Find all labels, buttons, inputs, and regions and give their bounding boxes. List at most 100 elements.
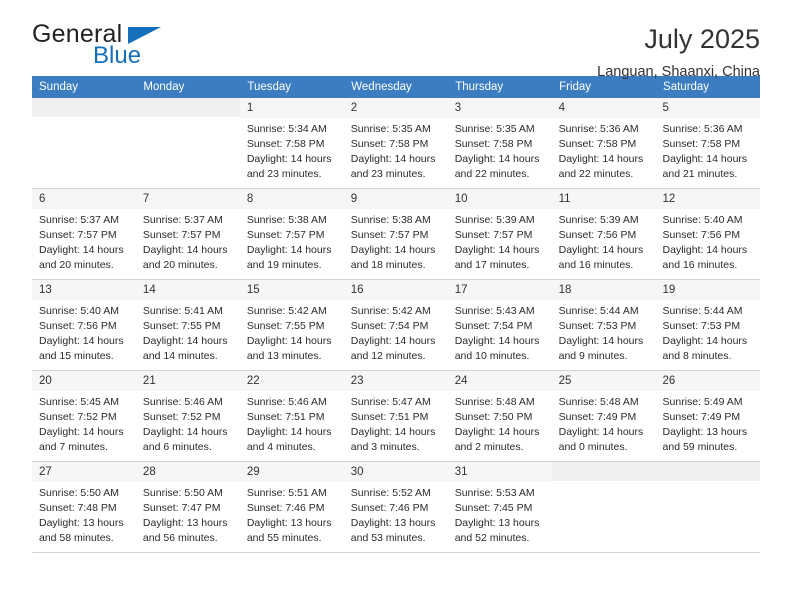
calendar-day-cell[interactable]: 8 Sunrise: 5:38 AM Sunset: 7:57 PM Daylight… xyxy=(239,188,344,280)
calendar-day-cell[interactable]: 26 Sunrise: 5:49 AM Sunset: 7:49 PM Dayligh… xyxy=(655,370,760,462)
sun-info-line: Daylight: 14 hours xyxy=(350,335,436,348)
sun-info-line: Daylight: 13 hours xyxy=(142,517,228,530)
day-number: 14 xyxy=(135,280,240,301)
calendar-day-cell[interactable]: 12 Sunrise: 5:40 AM Sunset: 7:56 PM Dayligh… xyxy=(655,188,760,280)
sun-info-line: Sunrise: 5:42 AM xyxy=(246,305,327,318)
sun-info-line: and 22 minutes. xyxy=(454,168,530,181)
sun-info: Sunrise: 5:36 AM Sunset: 7:58 PM Daylight:… xyxy=(552,118,656,182)
day-number: 8 xyxy=(239,189,344,210)
sun-info: Sunrise: 5:51 AM Sunset: 7:46 PM Daylight:… xyxy=(240,482,344,546)
calendar-day-cell[interactable]: 24 Sunrise: 5:48 AM Sunset: 7:50 PM Dayligh… xyxy=(447,370,552,462)
calendar-day-cell[interactable]: 4 Sunrise: 5:36 AM Sunset: 7:58 PM Daylight… xyxy=(551,98,656,189)
sun-info: Sunrise: 5:50 AM Sunset: 7:47 PM Daylight:… xyxy=(136,482,240,546)
sun-info-line: Daylight: 14 hours xyxy=(39,335,124,348)
sun-info: Sunrise: 5:47 AM Sunset: 7:51 PM Daylight:… xyxy=(344,391,448,455)
calendar-day-cell[interactable]: 17 Sunrise: 5:43 AM Sunset: 7:54 PM Dayligh… xyxy=(447,279,552,371)
sun-info-line: and 13 minutes. xyxy=(246,350,322,363)
sun-info: Sunrise: 5:43 AM Sunset: 7:54 PM Daylight:… xyxy=(448,300,552,364)
calendar-day-cell[interactable]: 21 Sunrise: 5:46 AM Sunset: 7:52 PM Dayligh… xyxy=(135,370,240,462)
calendar-day-cell[interactable]: 25 Sunrise: 5:48 AM Sunset: 7:49 PM Dayligh… xyxy=(551,370,656,462)
sun-info-line: Sunset: 7:57 PM xyxy=(350,229,429,242)
calendar-body: 1 Sunrise: 5:34 AM Sunset: 7:58 PM Daylight… xyxy=(32,98,760,553)
sun-info-line: Sunrise: 5:51 AM xyxy=(246,487,327,500)
sun-info-line: and 18 minutes. xyxy=(350,259,426,272)
sun-info-line: Daylight: 13 hours xyxy=(454,517,540,530)
calendar-day-cell[interactable]: 11 Sunrise: 5:39 AM Sunset: 7:56 PM Dayligh… xyxy=(551,188,656,280)
calendar-day-cell[interactable]: 27 Sunrise: 5:50 AM Sunset: 7:48 PM Dayligh… xyxy=(32,461,136,553)
general-blue-logo[interactable]: General Blue xyxy=(32,22,232,70)
sun-info: Sunrise: 5:40 AM Sunset: 7:56 PM Daylight:… xyxy=(32,300,136,364)
calendar-day-cell[interactable]: 16 Sunrise: 5:42 AM Sunset: 7:54 PM Dayligh… xyxy=(343,279,448,371)
sun-info: Sunrise: 5:48 AM Sunset: 7:50 PM Daylight:… xyxy=(448,391,552,455)
sun-info-line: and 52 minutes. xyxy=(454,532,530,545)
day-number: 24 xyxy=(447,371,552,392)
calendar-day-cell[interactable]: 7 Sunrise: 5:37 AM Sunset: 7:57 PM Daylight… xyxy=(135,188,240,280)
sun-info-line: Sunrise: 5:41 AM xyxy=(142,305,223,318)
calendar-day-cell[interactable]: 9 Sunrise: 5:38 AM Sunset: 7:57 PM Daylight… xyxy=(343,188,448,280)
day-number: 12 xyxy=(655,189,760,210)
calendar-day-cell[interactable]: 5 Sunrise: 5:36 AM Sunset: 7:58 PM Daylight… xyxy=(655,98,760,189)
sun-info-line: Sunset: 7:58 PM xyxy=(246,138,325,151)
sun-info-line: Sunset: 7:46 PM xyxy=(246,502,325,515)
calendar-day-cell[interactable]: 19 Sunrise: 5:44 AM Sunset: 7:53 PM Dayligh… xyxy=(655,279,760,371)
calendar-day-cell[interactable]: 31 Sunrise: 5:53 AM Sunset: 7:45 PM Dayligh… xyxy=(447,461,552,553)
calendar-day-cell[interactable]: 30 Sunrise: 5:52 AM Sunset: 7:46 PM Dayligh… xyxy=(343,461,448,553)
calendar-day-cell[interactable]: 1 Sunrise: 5:34 AM Sunset: 7:58 PM Daylight… xyxy=(239,98,344,189)
sun-info-line: Daylight: 14 hours xyxy=(246,335,332,348)
day-number: 17 xyxy=(447,280,552,301)
day-number: 22 xyxy=(239,371,344,392)
sun-info: Sunrise: 5:36 AM Sunset: 7:58 PM Daylight:… xyxy=(656,118,760,182)
sun-info: Sunrise: 5:53 AM Sunset: 7:45 PM Daylight:… xyxy=(448,482,552,546)
sun-info-line: and 15 minutes. xyxy=(39,350,114,363)
calendar-day-cell[interactable]: 13 Sunrise: 5:40 AM Sunset: 7:56 PM Dayligh… xyxy=(32,279,136,371)
sun-info-line: Sunset: 7:57 PM xyxy=(246,229,325,242)
sun-info-line: Daylight: 14 hours xyxy=(558,335,644,348)
weekday-header-thursday: Thursday xyxy=(447,76,553,98)
calendar-day-cell[interactable]: 15 Sunrise: 5:42 AM Sunset: 7:55 PM Dayligh… xyxy=(239,279,344,371)
sun-info-line: Sunset: 7:49 PM xyxy=(558,411,637,424)
calendar-day-cell[interactable]: 23 Sunrise: 5:47 AM Sunset: 7:51 PM Dayligh… xyxy=(343,370,448,462)
day-number xyxy=(655,462,760,481)
sun-info-line: Daylight: 14 hours xyxy=(558,426,644,439)
day-number xyxy=(32,98,136,117)
sun-info-line: Sunset: 7:51 PM xyxy=(350,411,429,424)
sun-info-line: Daylight: 14 hours xyxy=(246,244,332,257)
day-number: 20 xyxy=(32,371,136,392)
calendar-cell-empty xyxy=(655,461,760,553)
day-number: 11 xyxy=(551,189,656,210)
day-number: 13 xyxy=(32,280,136,301)
sun-info-line: Sunset: 7:54 PM xyxy=(454,320,533,333)
sun-info-line: and 9 minutes. xyxy=(558,350,628,363)
sun-info-line: and 23 minutes. xyxy=(350,168,426,181)
sun-info-line: and 16 minutes. xyxy=(558,259,634,272)
day-number xyxy=(135,98,240,117)
sun-info-line: and 3 minutes. xyxy=(350,441,420,454)
sun-info-line: Sunset: 7:55 PM xyxy=(142,320,221,333)
calendar-day-cell[interactable]: 6 Sunrise: 5:37 AM Sunset: 7:57 PM Daylight… xyxy=(32,188,136,280)
sun-info-line: and 23 minutes. xyxy=(246,168,322,181)
calendar-day-cell[interactable]: 28 Sunrise: 5:50 AM Sunset: 7:47 PM Dayligh… xyxy=(135,461,240,553)
sun-info: Sunrise: 5:34 AM Sunset: 7:58 PM Daylight:… xyxy=(240,118,344,182)
sun-info-line: Sunset: 7:58 PM xyxy=(454,138,533,151)
sun-info-line: Sunset: 7:52 PM xyxy=(39,411,117,424)
calendar-day-cell[interactable]: 3 Sunrise: 5:35 AM Sunset: 7:58 PM Daylight… xyxy=(447,98,552,189)
day-number: 3 xyxy=(447,98,552,119)
logo-text-blue: Blue xyxy=(93,42,142,69)
day-number: 31 xyxy=(447,462,552,483)
day-number: 4 xyxy=(551,98,656,119)
sun-info-line: and 0 minutes. xyxy=(558,441,628,454)
sun-info-line: Daylight: 14 hours xyxy=(350,426,436,439)
calendar-day-cell[interactable]: 29 Sunrise: 5:51 AM Sunset: 7:46 PM Dayligh… xyxy=(239,461,344,553)
sun-info: Sunrise: 5:39 AM Sunset: 7:57 PM Daylight:… xyxy=(448,209,552,273)
calendar-day-cell[interactable]: 10 Sunrise: 5:39 AM Sunset: 7:57 PM Dayligh… xyxy=(447,188,552,280)
calendar-day-cell[interactable]: 2 Sunrise: 5:35 AM Sunset: 7:58 PM Daylight… xyxy=(343,98,448,189)
calendar-day-cell[interactable]: 20 Sunrise: 5:45 AM Sunset: 7:52 PM Dayligh… xyxy=(32,370,136,462)
calendar-day-cell[interactable]: 18 Sunrise: 5:44 AM Sunset: 7:53 PM Dayligh… xyxy=(551,279,656,371)
sun-info-line: Sunrise: 5:44 AM xyxy=(558,305,639,318)
sun-info: Sunrise: 5:42 AM Sunset: 7:55 PM Daylight:… xyxy=(240,300,344,364)
sun-info: Sunrise: 5:48 AM Sunset: 7:49 PM Daylight:… xyxy=(552,391,656,455)
calendar-day-cell[interactable]: 22 Sunrise: 5:46 AM Sunset: 7:51 PM Dayligh… xyxy=(239,370,344,462)
sun-info-line: and 20 minutes. xyxy=(39,259,114,272)
sun-info-line: Daylight: 14 hours xyxy=(142,244,228,257)
calendar-day-cell[interactable]: 14 Sunrise: 5:41 AM Sunset: 7:55 PM Dayligh… xyxy=(135,279,240,371)
